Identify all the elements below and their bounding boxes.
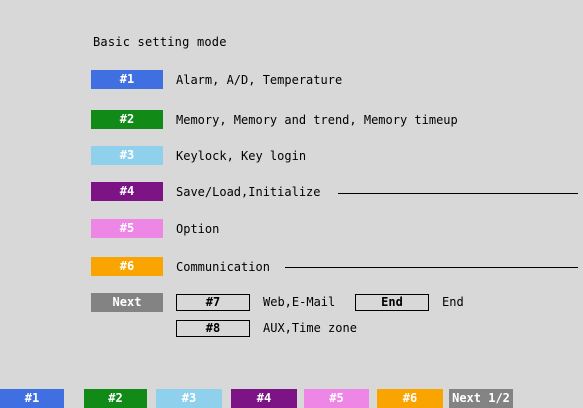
softkey-next[interactable]: Next 1/2 [449, 389, 514, 408]
menu-label-4: Save/Load,Initialize [176, 185, 321, 199]
softkey-2[interactable]: #2 [84, 389, 148, 408]
menu-key-3[interactable]: #3 [91, 146, 163, 165]
menu-label-2: Memory, Memory and trend, Memory timeup [176, 113, 458, 127]
end-label: End [442, 295, 464, 309]
menu-key-4[interactable]: #4 [91, 182, 163, 201]
menu-row-5[interactable]: #5 Option [0, 219, 583, 239]
menu-key-1[interactable]: #1 [91, 70, 163, 89]
page-title: Basic setting mode [93, 35, 227, 49]
menu-row-4[interactable]: #4 Save/Load,Initialize [0, 182, 583, 202]
end-key[interactable]: End [355, 294, 429, 311]
menu-key-8[interactable]: #8 [176, 320, 250, 337]
menu-label-3: Keylock, Key login [176, 149, 307, 163]
menu-row-6[interactable]: #6 Communication [0, 257, 583, 277]
softkey-6[interactable]: #6 [377, 389, 444, 408]
softkey-5[interactable]: #5 [304, 389, 370, 408]
menu-key-7[interactable]: #7 [176, 294, 250, 311]
softkey-4[interactable]: #4 [231, 389, 298, 408]
screen: Basic setting mode #1 Alarm, A/D, Temper… [0, 0, 583, 408]
menu-label-5: Option [176, 222, 220, 236]
menu-row-2[interactable]: #2 Memory, Memory and trend, Memory time… [0, 110, 583, 130]
softkey-3[interactable]: #3 [156, 389, 223, 408]
menu-line-6 [285, 267, 578, 268]
menu-label-7: Web,E-Mail [263, 295, 336, 309]
menu-row-3[interactable]: #3 Keylock, Key login [0, 146, 583, 166]
menu-label-6: Communication [176, 260, 270, 274]
menu-key-2[interactable]: #2 [91, 110, 163, 129]
menu-label-8: AUX,Time zone [263, 321, 357, 335]
menu-key-5[interactable]: #5 [91, 219, 163, 238]
softkey-1[interactable]: #1 [0, 389, 65, 408]
next-key[interactable]: Next [91, 293, 163, 312]
menu-line-4 [338, 193, 578, 194]
menu-label-1: Alarm, A/D, Temperature [176, 73, 343, 87]
menu-key-6[interactable]: #6 [91, 257, 163, 276]
menu-row-1[interactable]: #1 Alarm, A/D, Temperature [0, 70, 583, 90]
